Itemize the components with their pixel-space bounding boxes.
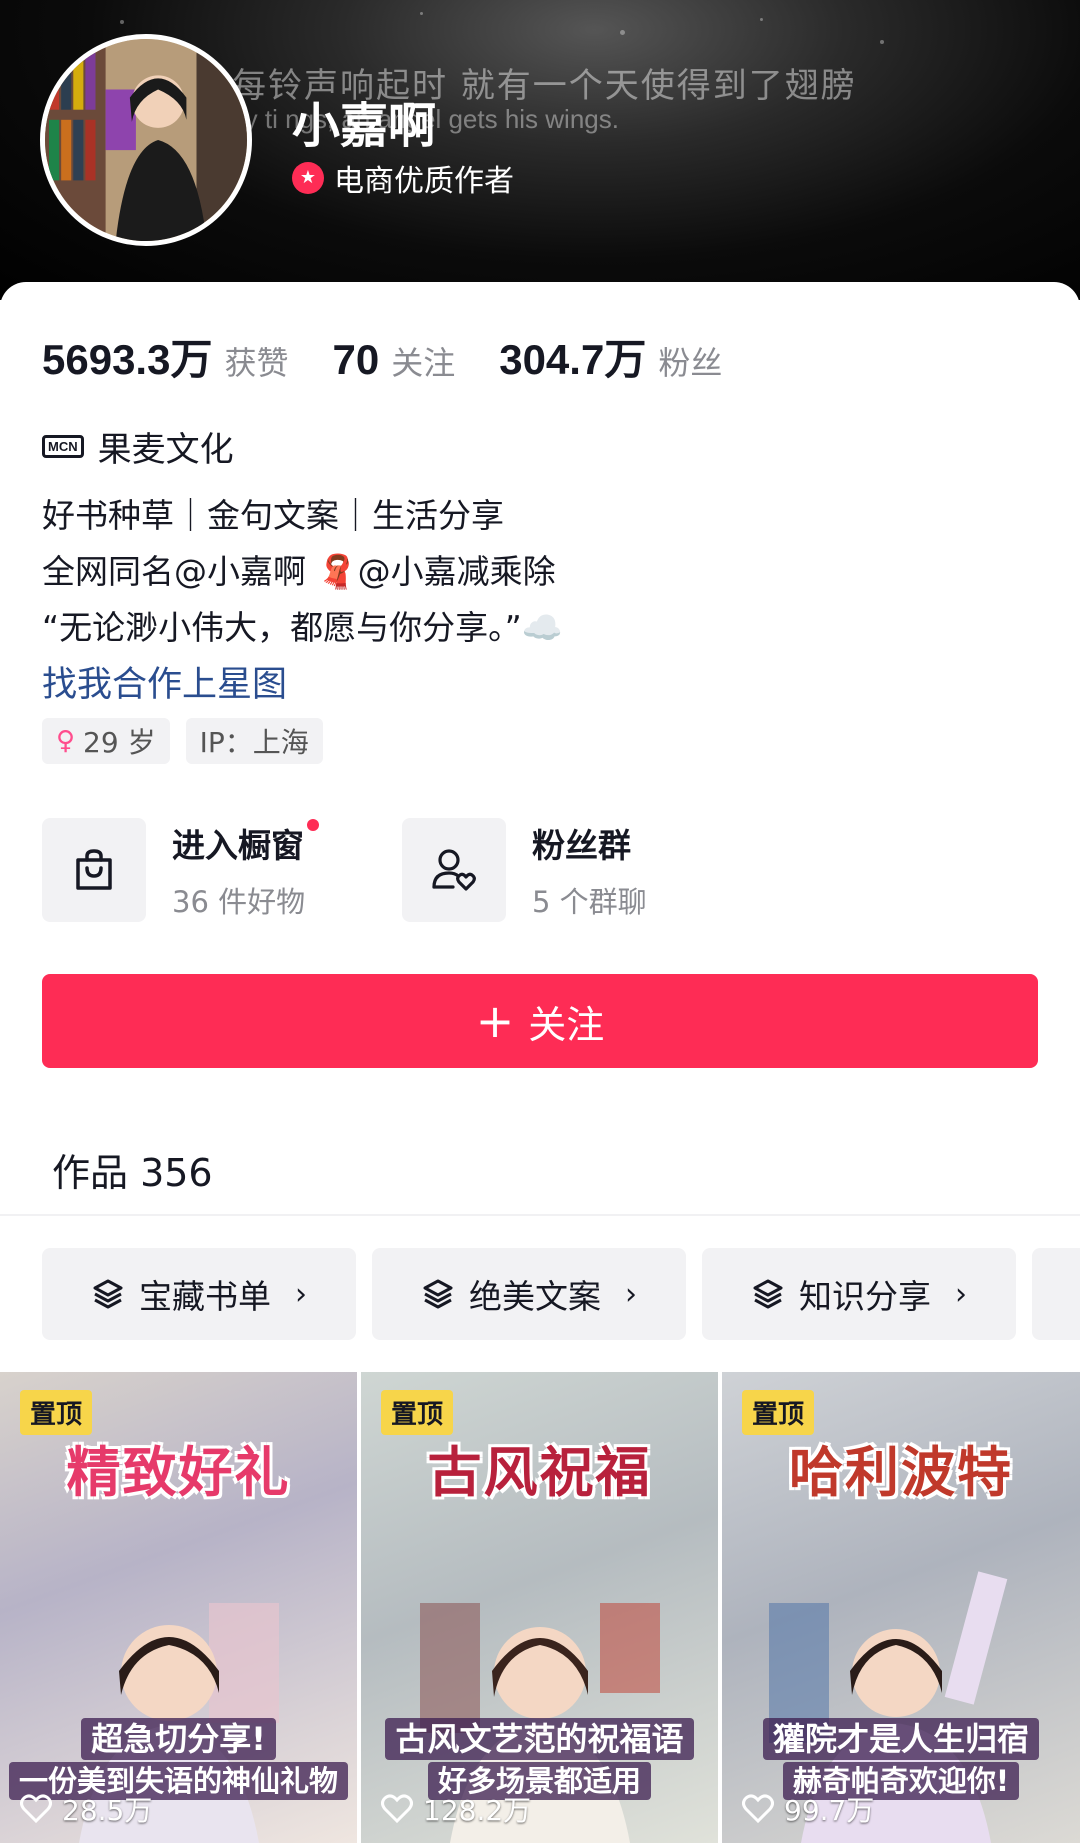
works-tab[interactable]: 作品 356 xyxy=(52,1142,213,1197)
likes-label[interactable]: 获赞 xyxy=(224,338,288,384)
video-title: 精致好礼 xyxy=(66,1441,291,1504)
video-tile[interactable]: 置顶 哈利波特 獾院才是人生归宿 赫奇帕奇欢迎你! 99.7万 xyxy=(722,1372,1080,1843)
chevron-right-icon: › xyxy=(625,1276,637,1312)
ip-tag: IP：上海 xyxy=(185,718,323,764)
shop-window-count: 36 件好物 xyxy=(172,885,306,919)
likes-count: 99.7万 xyxy=(784,1794,875,1827)
video-tile[interactable]: 置顶 古风祝福 古风文艺范的祝福语 好多场景都适用 128.2万 xyxy=(361,1372,718,1843)
chevron-right-icon: › xyxy=(295,1276,307,1312)
video-tile[interactable]: 置顶 精致好礼 超急切分享! 一份美到失语的神仙礼物 28.5万 xyxy=(0,1372,357,1843)
video-caption: 古风文艺范的祝福语 xyxy=(385,1718,694,1760)
fan-group-icon xyxy=(402,818,506,922)
collection-item[interactable]: 绝美文案 › xyxy=(372,1248,686,1340)
likes-count[interactable]: 5693.3万 xyxy=(42,326,212,387)
profile-card: 5693.3万 获赞 70 关注 304.7万 粉丝 MCN 果麦文化 好书种草… xyxy=(0,282,1080,1843)
mcn-agency[interactable]: MCN 果麦文化 xyxy=(42,422,234,471)
collection-label: 知识分享 xyxy=(799,1277,931,1316)
collection-item[interactable]: 知识分享 › xyxy=(702,1248,1016,1340)
layers-icon xyxy=(753,1279,783,1309)
likes-count: 128.2万 xyxy=(423,1794,532,1827)
fan-group-count: 5 个群聊 xyxy=(532,885,647,919)
ip-label: IP：上海 xyxy=(199,726,309,759)
profile-bio: 好书种草｜金句文案｜生活分享 全网同名@小嘉啊 🧣@小嘉减乘除 “无论渺小伟大，… xyxy=(42,488,563,656)
video-likes: 28.5万 xyxy=(20,1789,152,1829)
collection-label: 绝美文案 xyxy=(469,1277,601,1316)
fan-group-entry[interactable]: 粉丝群 5 个群聊 xyxy=(402,818,647,922)
layers-icon xyxy=(93,1279,123,1309)
bio-line: 全网同名@小嘉啊 🧣@小嘉减乘除 xyxy=(42,552,556,591)
profile-stats: 5693.3万 获赞 70 关注 304.7万 粉丝 xyxy=(42,326,766,387)
chevron-right-icon: › xyxy=(955,1276,967,1312)
collection-item[interactable]: 宝藏书单 › xyxy=(42,1248,356,1340)
collection-bar: 宝藏书单 › 绝美文案 › 知识分享 › xyxy=(42,1248,1080,1340)
video-grid: 置顶 精致好礼 超急切分享! 一份美到失语的神仙礼物 28.5万 置顶 古风祝福… xyxy=(0,1372,1080,1843)
heart-icon xyxy=(742,1794,774,1824)
shopping-bag-icon xyxy=(42,818,146,922)
followers-count[interactable]: 304.7万 xyxy=(499,326,646,387)
video-likes: 99.7万 xyxy=(742,1789,874,1829)
mcn-icon: MCN xyxy=(42,435,84,458)
followers-label[interactable]: 粉丝 xyxy=(658,338,722,384)
profile-tags: ♀ 29 岁 IP：上海 xyxy=(42,718,323,764)
certification-label: 电商优质作者 xyxy=(334,164,514,199)
age-tag: ♀ 29 岁 xyxy=(42,718,170,764)
follow-label: 关注 xyxy=(528,1002,605,1047)
layers-icon xyxy=(423,1279,453,1309)
follow-button[interactable]: + 关注 xyxy=(42,974,1038,1068)
age-label: 29 岁 xyxy=(83,726,156,759)
certification-badge[interactable]: ★ 电商优质作者 xyxy=(292,156,514,200)
video-caption: 獾院才是人生归宿 xyxy=(762,1718,1039,1760)
heart-icon xyxy=(20,1794,52,1824)
star-badge-icon: ★ xyxy=(292,162,324,194)
following-label[interactable]: 关注 xyxy=(391,338,455,384)
avatar-image xyxy=(45,39,247,241)
bio-line: “无论渺小伟大，都愿与你分享。”☁️ xyxy=(42,608,563,647)
video-title: 哈利波特 xyxy=(789,1441,1013,1504)
notification-dot xyxy=(307,819,320,831)
bio-line: 好书种草｜金句文案｜生活分享 xyxy=(42,496,504,535)
mcn-name: 果麦文化 xyxy=(97,430,234,470)
divider xyxy=(0,1214,1080,1216)
video-caption: 超急切分享! xyxy=(81,1718,276,1760)
likes-count: 28.5万 xyxy=(62,1794,153,1827)
following-count[interactable]: 70 xyxy=(332,336,379,384)
shop-window-title: 进入橱窗 xyxy=(172,826,304,865)
heart-icon xyxy=(381,1794,413,1824)
collection-label: 宝藏书单 xyxy=(139,1277,271,1316)
video-likes: 128.2万 xyxy=(381,1789,531,1829)
shop-window-entry[interactable]: 进入橱窗 36 件好物 xyxy=(42,818,320,922)
female-icon: ♀ xyxy=(56,726,76,756)
plus-icon: + xyxy=(475,994,515,1048)
collection-item[interactable] xyxy=(1032,1248,1080,1340)
video-title: 古风祝福 xyxy=(427,1441,652,1504)
avatar[interactable] xyxy=(40,34,252,246)
cooperation-link[interactable]: 找我合作上星图 xyxy=(42,656,287,707)
fan-group-title: 粉丝群 xyxy=(532,826,631,865)
profile-nickname: 小嘉啊 xyxy=(292,98,437,154)
